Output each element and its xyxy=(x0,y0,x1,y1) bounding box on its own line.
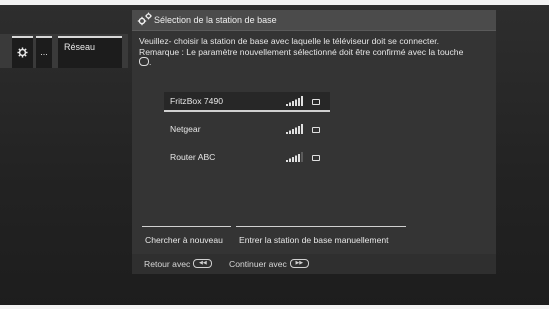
instruction-line-2: Remarque : Le paramètre nouvellement sél… xyxy=(139,46,464,57)
nav-settings-item[interactable] xyxy=(12,36,33,68)
station-item-netgear[interactable]: Netgear xyxy=(164,120,330,138)
signal-strength-icon xyxy=(286,96,303,106)
station-item-router-abc[interactable]: Router ABC xyxy=(164,148,330,166)
bezel-bottom xyxy=(0,305,549,309)
search-again-label: Chercher à nouveau xyxy=(145,235,223,245)
dialog-footer: Retour avec ◀◀ Continuer avec ▶▶ xyxy=(132,254,496,274)
nav-network-label: Réseau xyxy=(64,42,96,52)
manual-entry-label: Entrer la station de base manuellement xyxy=(239,235,389,245)
station-name: Router ABC xyxy=(170,152,216,162)
instruction-line-1: Veuillez- choisir la station de base ave… xyxy=(139,36,440,46)
gear-icon xyxy=(17,47,28,58)
lock-icon xyxy=(312,155,320,161)
signal-strength-icon xyxy=(286,152,303,162)
station-item-fritzbox[interactable]: FritzBox 7490 xyxy=(164,92,330,112)
station-name: Netgear xyxy=(170,124,201,134)
tv-screen: ... Réseau Sélection de la station de ba… xyxy=(0,0,549,309)
nav-more-item[interactable]: ... xyxy=(36,36,52,68)
gears-icon xyxy=(137,12,152,26)
bezel-top xyxy=(0,0,549,5)
back-hint: Retour avec ◀◀ xyxy=(144,259,213,269)
base-station-dialog: Sélection de la station de base Veuillez… xyxy=(132,10,496,274)
continue-hint: Continuer avec ▶▶ xyxy=(229,259,309,269)
back-label: Retour avec xyxy=(144,259,191,269)
continue-label: Continuer avec xyxy=(229,259,287,269)
signal-strength-icon xyxy=(286,124,303,134)
lock-icon xyxy=(312,127,320,133)
fast-forward-key-icon: ▶▶ xyxy=(289,259,309,269)
dialog-title: Sélection de la station de base xyxy=(154,15,277,25)
nav-more-label: ... xyxy=(40,47,48,57)
ok-key-icon xyxy=(139,57,149,67)
search-again-button[interactable]: Chercher à nouveau xyxy=(142,226,231,251)
station-name: FritzBox 7490 xyxy=(170,96,224,106)
manual-entry-button[interactable]: Entrer la station de base manuellement xyxy=(236,226,406,251)
rewind-key-icon: ◀◀ xyxy=(193,259,213,269)
lock-icon xyxy=(312,99,320,105)
nav-network-item[interactable]: Réseau xyxy=(58,36,122,68)
dialog-header: Sélection de la station de base xyxy=(132,10,496,31)
dialog-body: Veuillez- choisir la station de base ave… xyxy=(132,31,496,254)
instruction-text: Veuillez- choisir la station de base ave… xyxy=(139,36,493,68)
